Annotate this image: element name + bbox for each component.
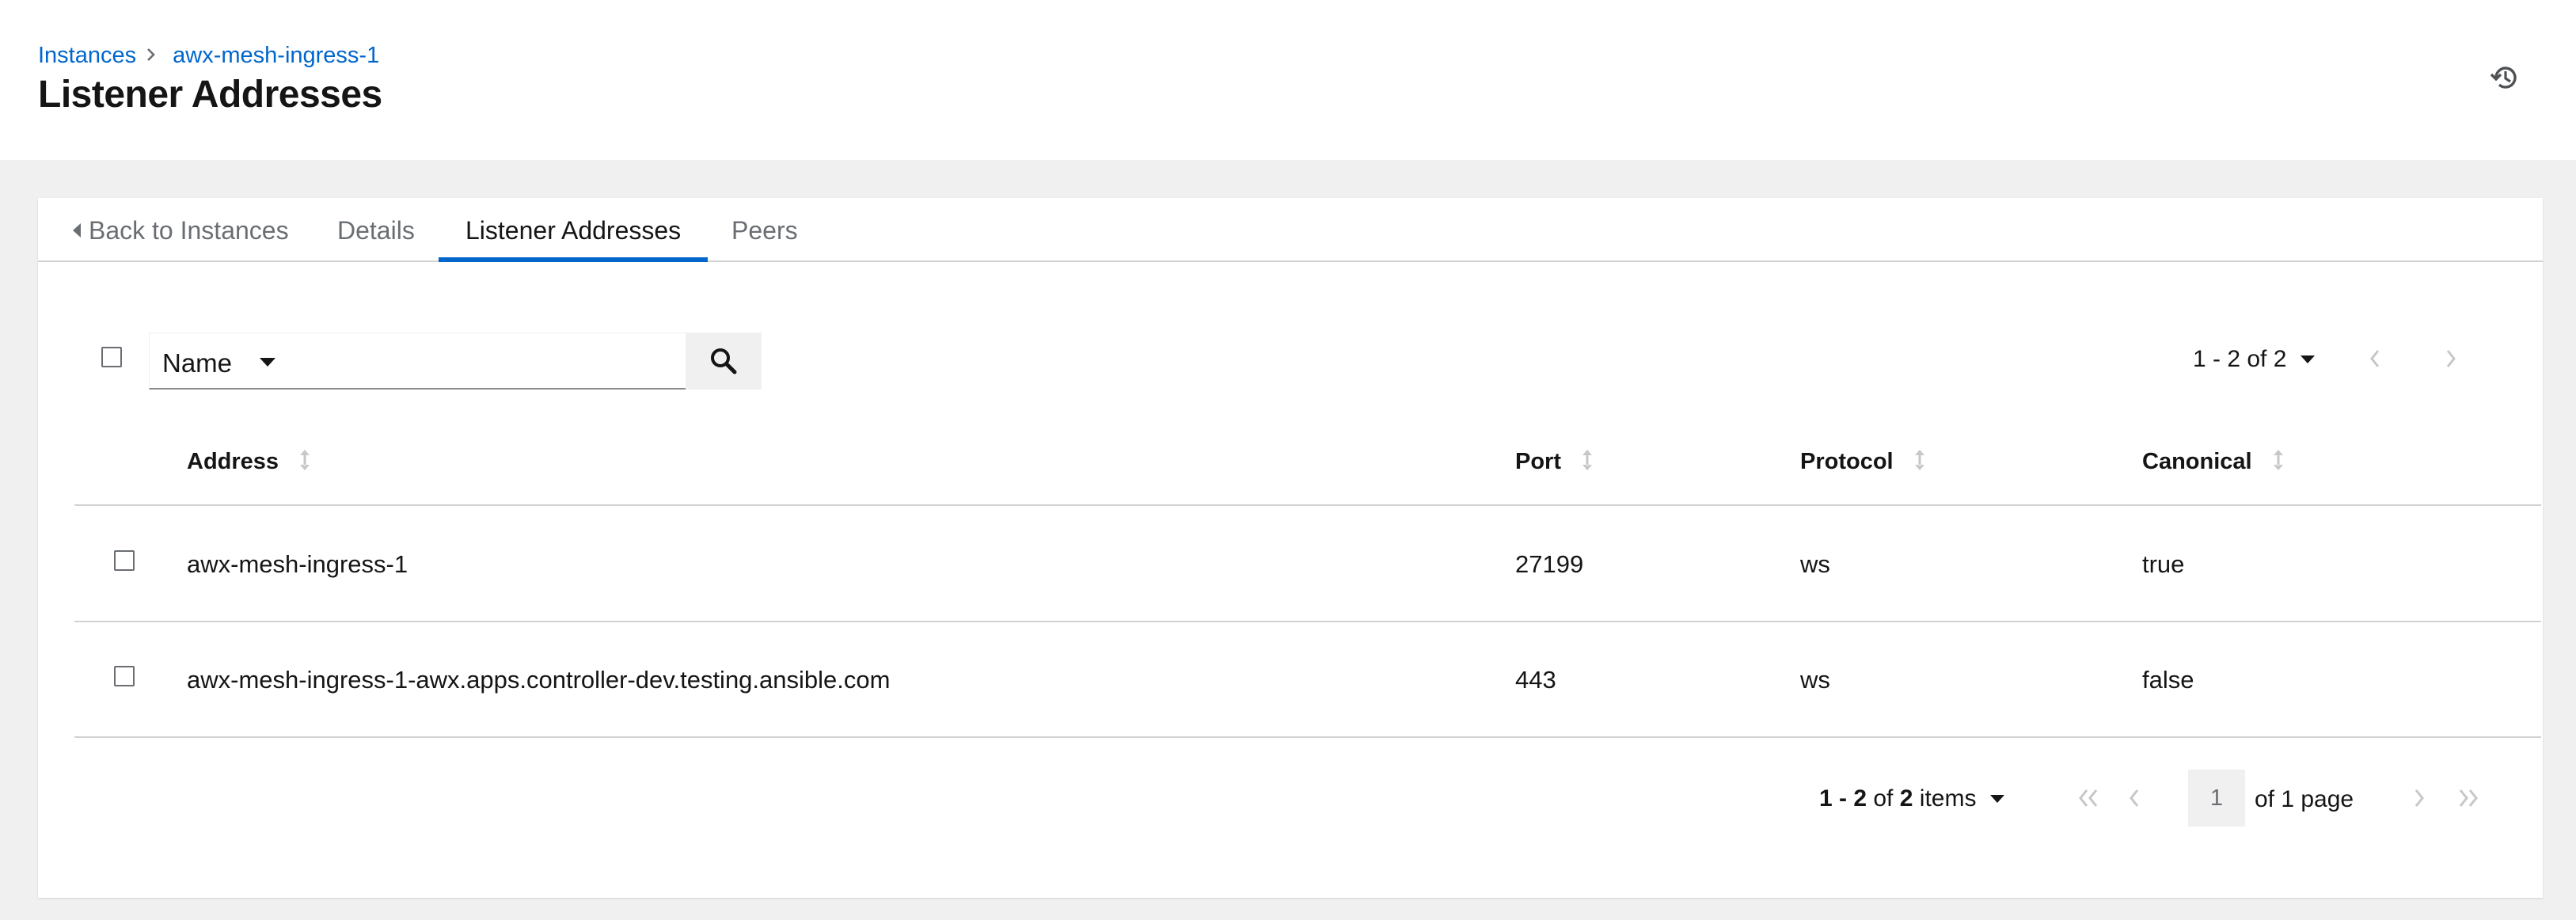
chevron-left-icon [2370,350,2380,367]
filter-key-label: Name [162,348,233,378]
search-input[interactable] [302,333,686,390]
table-header-divider [74,504,2541,506]
row-divider [74,621,2541,622]
column-header-protocol[interactable]: Protocol [1800,448,1925,475]
cell-canonical: true [2142,550,2185,578]
tab-label: Peers [731,216,798,245]
caret-down-icon [260,358,275,367]
first-page-button[interactable] [2076,788,2099,812]
column-header-label: Canonical [2142,449,2252,474]
sort-icon [300,450,310,470]
total-pages-label: of 1 page [2255,786,2354,812]
previous-page-button-bottom[interactable] [2128,788,2141,812]
cell-address: awx-mesh-ingress-1 [187,550,408,578]
pagination-toggle-top[interactable]: 1 - 2 of 2 [2193,346,2316,373]
previous-page-button[interactable] [2369,348,2381,373]
pagination-total: 2 [1899,785,1913,812]
column-header-label: Address [187,449,279,474]
next-page-button-bottom[interactable] [2413,788,2426,812]
column-header-address[interactable]: Address [187,448,310,475]
row-checkbox[interactable] [114,550,135,571]
tab-peers[interactable]: Peers [731,198,798,260]
content-card: Back to Instances Details Listener Addre… [38,198,2543,898]
pagination-range: 1 - 2 of 2 [2193,346,2287,372]
row-divider [74,736,2541,738]
pagination-range: 1 - 2 [1819,785,1867,812]
select-all-checkbox[interactable] [101,347,122,367]
breadcrumb-instances-link[interactable]: Instances [38,43,136,69]
page-title: Listener Addresses [38,74,382,116]
breadcrumb-instance-link[interactable]: awx-mesh-ingress-1 [173,43,379,69]
tab-label: Back to Instances [89,216,289,245]
tab-listener-addresses[interactable]: Listener Addresses [438,198,709,262]
filter-key-select[interactable]: Name [149,333,302,390]
search-icon [711,348,737,374]
sort-icon [1582,450,1592,470]
pagination-of: of [1873,785,1894,812]
double-chevron-right-icon [2459,789,2478,807]
column-header-label: Port [1515,449,1561,474]
cell-address: awx-mesh-ingress-1-awx.apps.controller-d… [187,666,891,694]
current-page-input[interactable] [2188,770,2245,827]
tab-details[interactable]: Details [337,198,415,260]
history-button[interactable] [2489,62,2521,93]
sort-icon [2273,450,2283,470]
search-button[interactable] [686,333,762,390]
pagination-items-label: items [1919,785,1977,812]
caret-down-icon [1990,795,2005,803]
column-header-canonical[interactable]: Canonical [2142,448,2284,475]
chevron-right-icon [136,41,173,70]
cell-port: 27199 [1515,550,1584,578]
chevron-left-icon [2130,789,2139,807]
double-chevron-left-icon [2079,789,2098,807]
column-header-label: Protocol [1800,449,1894,474]
chevron-right-icon [2446,350,2456,367]
next-page-button[interactable] [2445,348,2457,373]
tab-back-to-instances[interactable]: Back to Instances [73,198,289,260]
cell-port: 443 [1515,666,1556,694]
cell-protocol: ws [1800,666,1830,694]
sort-icon [1914,450,1924,470]
cell-protocol: ws [1800,550,1830,578]
page-header: Instances awx-mesh-ingress-1 Listener Ad… [0,0,2576,160]
pagination-toggle-bottom[interactable]: 1 - 2 of 2 items [1819,785,2005,812]
chevron-right-icon [2415,789,2424,807]
tab-label: Listener Addresses [465,216,682,245]
column-header-port[interactable]: Port [1515,448,1593,475]
history-icon [2490,67,2517,89]
tabs: Back to Instances Details Listener Addre… [38,198,2543,262]
breadcrumb: Instances awx-mesh-ingress-1 [38,41,379,70]
tab-label: Details [337,216,415,245]
caret-down-icon [2301,355,2316,363]
caret-left-icon [73,223,81,238]
row-checkbox[interactable] [114,666,135,686]
last-page-button[interactable] [2457,788,2481,812]
cell-canonical: false [2142,666,2194,694]
